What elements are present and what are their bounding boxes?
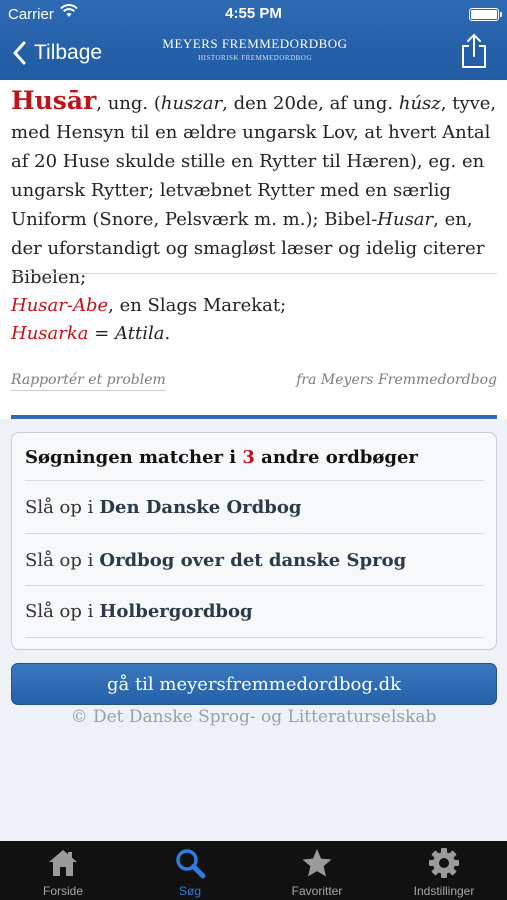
lookup-row-holbergordbog[interactable]: Slå op i Holbergordbog: [25, 585, 484, 638]
battery-icon: [469, 8, 502, 21]
sub-entry-text: .: [164, 323, 171, 344]
chevron-left-icon: [13, 41, 26, 65]
sub-entry-text: , en Slags Marekat;: [108, 295, 287, 316]
back-label: Tilbage: [34, 41, 103, 64]
sub-entry-term[interactable]: Husar-Abe: [11, 295, 108, 316]
brand-subtitle: HISTORISK FREMMEDORDBOG: [198, 54, 312, 62]
tab-indstillinger[interactable]: Indstillinger: [381, 841, 507, 900]
lookup-prefix: Slå op i: [25, 496, 94, 518]
report-problem-link[interactable]: Rapportér et problem: [11, 372, 166, 391]
matches-title-text: Søgningen matcher i: [25, 447, 243, 468]
status-bar: Carrier 4:55 PM: [0, 0, 507, 28]
navigation-bar: Carrier 4:55 PM Tilbage MEYERS FREMMEDOR…: [0, 0, 507, 80]
house-icon: [49, 850, 77, 876]
sub-entry: Husar-Abe, en Slags Marekat;: [11, 292, 286, 320]
share-icon[interactable]: [459, 32, 489, 70]
go-to-website-button[interactable]: gå til meyersfremmedordbog.dk: [11, 663, 497, 705]
sub-entry-text: =: [88, 323, 116, 344]
star-icon: [302, 849, 332, 877]
clock: 4:55 PM: [225, 5, 282, 22]
matches-title: Søgningen matcher i 3 andre ordbøger: [25, 447, 418, 468]
tab-favoritter[interactable]: Favoritter: [254, 841, 380, 900]
gear-icon: [429, 848, 459, 878]
copyright-text: © Det Danske Sprog- og Litteraturselskab: [70, 707, 437, 727]
back-button[interactable]: Tilbage: [12, 36, 102, 70]
other-dictionaries-card: Søgningen matcher i 3 andre ordbøger Slå…: [11, 432, 497, 650]
dictionary-name: Den Danske Ordbog: [99, 496, 302, 518]
brand-name: MEYERS FREMMEDORDBOG: [162, 36, 348, 51]
compound-word: Husar: [377, 209, 434, 230]
lookup-row-ordbog-over-det-danske-sprog[interactable]: Slå op i Ordbog over det danske Sprog: [25, 533, 484, 586]
etymology-word: húsz: [398, 93, 441, 114]
sub-entries: Husar-Abe, en Slags Marekat; Husarka = A…: [11, 292, 286, 348]
entry-text-part: , den 20de, af ung.: [222, 93, 399, 114]
entry-text-part: , ung. (: [96, 93, 161, 114]
lookup-prefix: Slå op i: [25, 549, 94, 571]
entry-text: Husār, ung. (huszar, den 20de, af ung. h…: [11, 86, 499, 292]
match-count: 3: [242, 447, 255, 468]
source-label: fra Meyers Fremmedordbog: [296, 372, 497, 388]
matches-title-text: andre ordbøger: [254, 447, 418, 468]
app-logo: MEYERS FREMMEDORDBOG HISTORISK FREMMEDOR…: [160, 36, 350, 62]
tab-label: Søg: [178, 884, 201, 898]
dictionary-name: Holbergordbog: [99, 601, 253, 622]
sub-entry-term[interactable]: Husarka: [11, 323, 89, 344]
dictionary-name: Ordbog over det danske Sprog: [99, 549, 407, 571]
tab-bar: Forside Søg Favoritter Indstillinger: [0, 841, 507, 900]
sub-entry-reference: Attila: [115, 323, 165, 344]
headword: Husār: [11, 86, 97, 115]
sub-entry: Husarka = Attila.: [11, 320, 286, 348]
etymology-word: huszar: [160, 93, 223, 114]
tab-sog[interactable]: Søg: [127, 841, 253, 900]
divider: [11, 273, 497, 274]
tab-label: Favoritter: [291, 884, 343, 898]
tab-label: Indstillinger: [413, 884, 475, 898]
lookup-row-den-danske-ordbog[interactable]: Slå op i Den Danske Ordbog: [25, 480, 484, 533]
tab-label: Forside: [42, 884, 83, 898]
tab-forside[interactable]: Forside: [0, 841, 126, 900]
lookup-prefix: Slå op i: [25, 601, 94, 622]
search-icon: [176, 849, 206, 879]
